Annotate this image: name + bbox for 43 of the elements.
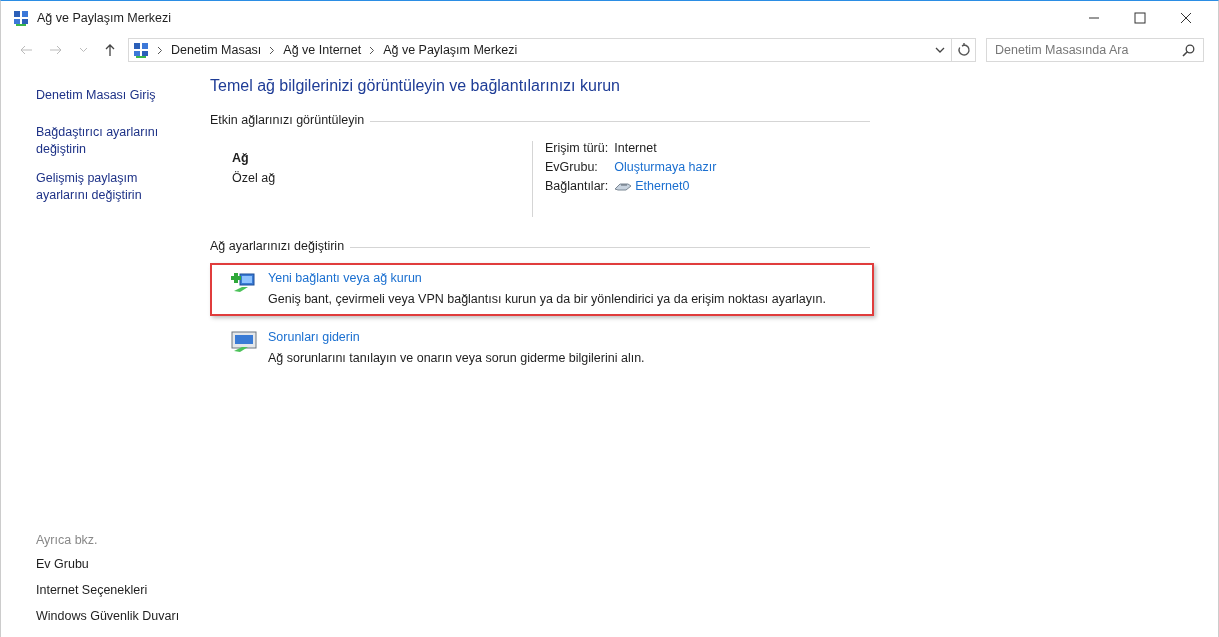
network-add-icon xyxy=(230,271,258,295)
network-type: Özel ağ xyxy=(232,171,277,185)
network-icon xyxy=(13,10,29,26)
breadcrumb[interactable]: Ağ ve Internet xyxy=(283,43,362,57)
sidebar-link[interactable]: Denetim Masası Giriş xyxy=(36,87,186,104)
see-also-link[interactable]: Ev Grubu xyxy=(36,556,186,573)
sidebar-link[interactable]: Bağdaştırıcı ayarlarını değiştirin xyxy=(36,124,186,158)
section-heading: Ağ ayarlarınızı değiştirin xyxy=(210,239,345,253)
see-also-link[interactable]: Windows Güvenlik Duvarı xyxy=(36,608,186,625)
property-label: EvGrubu: xyxy=(545,160,599,174)
maximize-icon[interactable] xyxy=(1134,12,1146,24)
see-also-link[interactable]: Internet Seçenekleri xyxy=(36,582,186,599)
page-heading: Temel ağ bilgilerinizi görüntüleyin ve bağlantılarınızı kurun xyxy=(210,77,621,95)
close-icon[interactable] xyxy=(1180,12,1192,24)
sidebar-link[interactable]: Gelişmiş paylaşım ayarlarını değiştirin xyxy=(36,170,186,204)
refresh-icon[interactable] xyxy=(956,43,971,57)
property-label: Bağlantılar: xyxy=(545,179,609,193)
property-value: Internet xyxy=(614,141,658,155)
chevron-right-icon xyxy=(269,45,276,55)
chevron-down-icon[interactable] xyxy=(935,47,945,53)
task-link[interactable]: Yeni bağlantı veya ağ kurun xyxy=(268,271,826,285)
section-heading: Etkin ağlarınızı görüntüleyin xyxy=(210,113,365,127)
task-description: Ağ sorunlarını tanılayın ve onarın veya sorun giderme bilgilerini alın. xyxy=(268,351,645,365)
network-name: Ağ xyxy=(232,151,250,165)
network-icon xyxy=(133,42,149,58)
search-icon[interactable] xyxy=(1182,44,1195,57)
ethernet-cable-icon xyxy=(614,181,633,191)
chevron-right-icon xyxy=(157,45,163,55)
property-link[interactable]: Oluşturmaya hazır xyxy=(614,160,717,174)
up-arrow-icon[interactable] xyxy=(104,43,116,57)
search-field[interactable]: Denetim Masasında Ara xyxy=(986,38,1204,62)
task-link[interactable]: Sorunları giderin xyxy=(268,330,645,344)
address-bar[interactable]: Denetim Masası Ağ ve Internet Ağ ve Paylaşım Merkezi xyxy=(128,38,952,62)
see-also-heading: Ayrıca bkz. xyxy=(36,533,99,547)
breadcrumb[interactable]: Denetim Masası xyxy=(171,43,262,57)
refresh-button[interactable] xyxy=(952,38,976,62)
task-description: Geniş bant, çevirmeli veya VPN bağlantısı kurun ya da bir yönlendirici ya da erişim noktası ayarlayın. xyxy=(268,292,826,306)
window-title: Ağ ve Paylaşım Merkezi xyxy=(37,11,172,25)
monitor-icon xyxy=(230,330,258,354)
property-label: Erişim türü: xyxy=(545,141,609,155)
breadcrumb[interactable]: Ağ ve Paylaşım Merkezi xyxy=(383,43,518,57)
chevron-right-icon xyxy=(369,45,376,55)
connection-link[interactable]: Ethernet0 xyxy=(635,179,690,193)
